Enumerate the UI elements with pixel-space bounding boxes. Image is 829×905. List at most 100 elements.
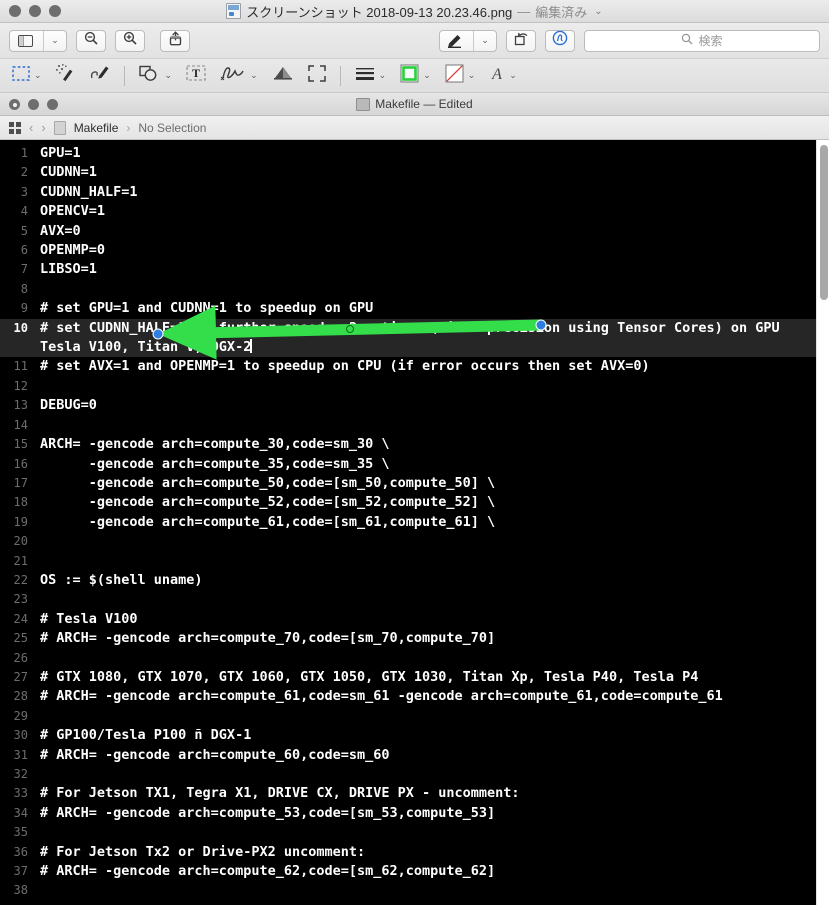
code-line[interactable]: 15 ARCH= -gencode arch=compute_30,code=sm…	[0, 435, 816, 454]
sketch-tool[interactable]	[90, 64, 110, 88]
markup-pen-icon[interactable]	[440, 31, 470, 51]
border-color-tool[interactable]: ⌄	[400, 64, 431, 88]
code-line-text[interactable]	[34, 901, 816, 905]
code-line[interactable]: 2 CUDNN=1	[0, 163, 816, 182]
code-line-text[interactable]	[34, 416, 816, 435]
code-line[interactable]: 24 # Tesla V100	[0, 610, 816, 629]
code-line[interactable]: 32	[0, 765, 816, 784]
code-line-text[interactable]: # ARCH= -gencode arch=compute_62,code=[s…	[34, 862, 816, 881]
chevron-down-icon[interactable]: ⌄	[468, 71, 476, 80]
chevron-down-icon[interactable]: ⌄	[473, 30, 496, 51]
code-line-text[interactable]: CUDNN_HALF=1	[34, 183, 816, 202]
code-line[interactable]: 34 # ARCH= -gencode arch=compute_53,code=…	[0, 804, 816, 823]
maximize-button[interactable]	[49, 5, 61, 17]
code-line-text[interactable]: DEBUG=0	[34, 396, 816, 415]
shapes-tool[interactable]: ⌄	[138, 64, 172, 88]
code-line-text[interactable]	[34, 532, 816, 551]
fill-color-tool[interactable]: ⌄	[445, 64, 476, 88]
chevron-down-icon[interactable]: ⌄	[379, 71, 387, 80]
markup-toolbar-toggle[interactable]: ⌄	[439, 29, 497, 52]
code-line-text[interactable]: # ARCH= -gencode arch=compute_53,code=[s…	[34, 804, 816, 823]
code-line[interactable]: 13 DEBUG=0	[0, 396, 816, 415]
chevron-down-icon[interactable]: ⌄	[43, 30, 66, 51]
close-button[interactable]	[9, 5, 21, 17]
code-line-text[interactable]: GPU=1	[34, 144, 816, 163]
code-line[interactable]: 10 # set CUDNN_HALF=1 to further speedup …	[0, 318, 816, 358]
code-line[interactable]: 27 # GTX 1080, GTX 1070, GTX 1060, GTX 10…	[0, 668, 816, 687]
code-line[interactable]: 28 # ARCH= -gencode arch=compute_61,code=…	[0, 687, 816, 706]
code-line[interactable]: 35	[0, 823, 816, 842]
chevron-down-icon[interactable]: ⌄	[423, 71, 431, 80]
vertical-scrollbar[interactable]	[816, 140, 829, 905]
code-line[interactable]: 5 AVX=0	[0, 222, 816, 241]
text-tool[interactable]: T	[186, 64, 206, 88]
code-line[interactable]: 4 OPENCV=1	[0, 202, 816, 221]
code-line-text[interactable]	[34, 377, 816, 396]
breadcrumb-item-selection[interactable]: No Selection	[138, 121, 206, 135]
code-line-text[interactable]: # set CUDNN_HALF=1 to further speedup 3 …	[34, 319, 816, 358]
code-line[interactable]: 31 # ARCH= -gencode arch=compute_60,code=…	[0, 746, 816, 765]
forward-button[interactable]: ›	[41, 120, 45, 135]
code-line[interactable]: 19 -gencode arch=compute_61,code=[sm_61,…	[0, 513, 816, 532]
code-line-text[interactable]: # GTX 1080, GTX 1070, GTX 1060, GTX 1050…	[34, 668, 816, 687]
code-line-text[interactable]: OPENCV=1	[34, 202, 816, 221]
code-line-text[interactable]: # ARCH= -gencode arch=compute_60,code=sm…	[34, 746, 816, 765]
code-line-text[interactable]	[34, 881, 816, 900]
code-line-text[interactable]: AVX=0	[34, 222, 816, 241]
code-line-text[interactable]: # set GPU=1 and CUDNN=1 to speedup on GP…	[34, 299, 816, 318]
adjust-color-tool[interactable]	[272, 64, 294, 88]
code-line[interactable]: 36 # For Jetson Tx2 or Drive-PX2 uncommen…	[0, 843, 816, 862]
adjust-size-tool[interactable]	[307, 64, 326, 88]
code-line-text[interactable]: OS := $(shell uname)	[34, 571, 816, 590]
rotate-button[interactable]	[506, 29, 536, 52]
code-line[interactable]: 3 CUDNN_HALF=1	[0, 183, 816, 202]
code-line[interactable]: 26	[0, 649, 816, 668]
sidebar-icon[interactable]	[10, 31, 40, 51]
back-button[interactable]: ‹	[29, 120, 33, 135]
chevron-down-icon[interactable]: ⌄	[34, 71, 42, 80]
code-line[interactable]: 38	[0, 881, 816, 900]
code-line[interactable]: 37 # ARCH= -gencode arch=compute_62,code=…	[0, 862, 816, 881]
code-line[interactable]: 22 OS := $(shell uname)	[0, 571, 816, 590]
code-line[interactable]: 29	[0, 707, 816, 726]
sidebar-view-button[interactable]: ⌄	[9, 29, 67, 52]
code-line-text[interactable]: ARCH= -gencode arch=compute_30,code=sm_3…	[34, 435, 816, 454]
minimize-button[interactable]	[29, 5, 41, 17]
chevron-down-icon[interactable]: ⌄	[509, 71, 517, 80]
code-line[interactable]: 17 -gencode arch=compute_50,code=[sm_50,…	[0, 474, 816, 493]
selection-rect-tool[interactable]: ⌄	[12, 64, 42, 88]
signature-tool[interactable]: ⌄	[220, 64, 258, 88]
code-line[interactable]: 11 # set AVX=1 and OPENMP=1 to speedup on…	[0, 357, 816, 376]
code-line-text[interactable]: # ARCH= -gencode arch=compute_61,code=sm…	[34, 687, 816, 706]
code-line-text[interactable]	[34, 707, 816, 726]
annotate-button[interactable]	[545, 29, 575, 52]
share-button[interactable]	[160, 29, 190, 52]
code-line[interactable]: 20	[0, 532, 816, 551]
code-line-text[interactable]: CUDNN=1	[34, 163, 816, 182]
code-line-text[interactable]: # For Jetson Tx2 or Drive-PX2 uncomment:	[34, 843, 816, 862]
code-line-text[interactable]: # ARCH= -gencode arch=compute_70,code=[s…	[34, 629, 816, 648]
code-line[interactable]: 25 # ARCH= -gencode arch=compute_70,code=…	[0, 629, 816, 648]
scrollbar-thumb[interactable]	[819, 145, 828, 300]
code-line[interactable]: 23	[0, 590, 816, 609]
code-line-text[interactable]: OPENMP=0	[34, 241, 816, 260]
code-line-text[interactable]	[34, 649, 816, 668]
code-line-text[interactable]	[34, 552, 816, 571]
code-line[interactable]: 30 # GP100/Tesla P100 ñ DGX-1	[0, 726, 816, 745]
code-line[interactable]: 12	[0, 377, 816, 396]
font-tool[interactable]: A ⌄	[489, 64, 517, 88]
chevron-down-icon[interactable]: ⌄	[250, 71, 258, 80]
code-line[interactable]: 33 # For Jetson TX1, Tegra X1, DRIVE CX, …	[0, 784, 816, 803]
code-line-text[interactable]	[34, 823, 816, 842]
code-line-text[interactable]: LIBSO=1	[34, 260, 816, 279]
code-line-text[interactable]: -gencode arch=compute_61,code=[sm_61,com…	[34, 513, 816, 532]
code-line-text[interactable]: -gencode arch=compute_50,code=[sm_50,com…	[34, 474, 816, 493]
code-line[interactable]: 1 GPU=1	[0, 144, 816, 163]
code-line-text[interactable]	[34, 765, 816, 784]
breadcrumb-item-file[interactable]: Makefile	[74, 121, 119, 135]
code-line-text[interactable]	[34, 590, 816, 609]
code-line-text[interactable]: # Tesla V100	[34, 610, 816, 629]
code-line-text[interactable]: # set AVX=1 and OPENMP=1 to speedup on C…	[34, 357, 816, 376]
code-line-text[interactable]: -gencode arch=compute_52,code=[sm_52,com…	[34, 493, 816, 512]
code-line[interactable]: 8	[0, 280, 816, 299]
